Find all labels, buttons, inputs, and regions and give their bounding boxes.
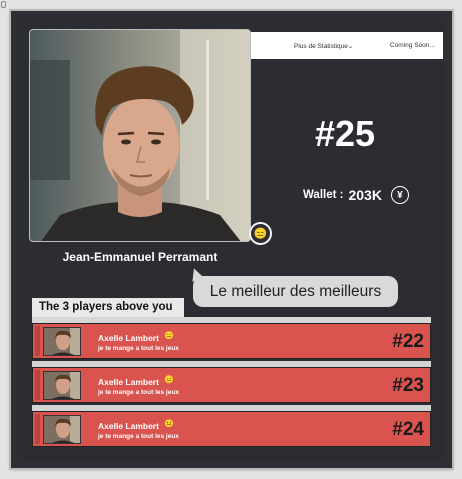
window-corner-icon [1,1,6,8]
player-rank: #25 [314,113,376,154]
status-emoji-badge[interactable]: 😑 [249,222,272,245]
row-status: je te mange a tout les jeux [98,345,179,352]
nav-stats-label: Plus de Statistique [294,43,348,50]
neutral-face-icon: 😐 [164,419,174,428]
player-portrait-image [30,30,250,241]
row-accent [35,414,40,444]
player-name: Jean-Emmanuel Perramant [62,250,218,264]
row-avatar-image [44,328,80,355]
row-player-name: Axelle Lambert [98,421,159,431]
player-quote: Le meilleur des meilleurs [209,282,382,300]
row-rank: #24 [392,419,424,440]
row-player-name: Axelle Lambert [98,377,159,387]
row-player-name: Axelle Lambert [98,333,159,343]
row-status: je te mange a tout les jeux [98,433,179,440]
row-avatar [43,371,81,400]
row-avatar-image [44,372,80,399]
leaderboard-row[interactable]: Axelle Lambert 😑 je te mange a tout les … [32,323,431,359]
neutral-face-icon: 😑 [253,228,268,240]
row-avatar-image [44,416,80,443]
neutral-face-icon: 😑 [164,375,174,384]
row-accent [35,326,40,356]
leaderboard-row[interactable]: Axelle Lambert 😑 je te mange a tout les … [32,367,431,403]
row-rank: #22 [392,331,424,352]
row-rank: #23 [392,375,424,396]
player-photo [29,29,251,242]
yen-currency-icon: ¥ [390,186,409,204]
leaderboard-row[interactable]: Axelle Lambert 😐 je te mange a tout les … [32,411,431,447]
wallet-label: Wallet : [303,189,344,201]
top-nav: Plus de Statistique⌄ Coming Soon... [250,32,443,59]
nav-stats-link[interactable]: Plus de Statistique⌄ [294,42,353,50]
neutral-face-icon: 😑 [164,331,174,340]
leaderboard-title: The 3 players above you [32,298,184,318]
wallet-value: 203K [348,187,382,203]
chevron-down-icon: ⌄ [347,43,354,50]
player-quote-bubble: Le meilleur des meilleurs [193,276,398,307]
nav-coming-soon[interactable]: Coming Soon... [390,42,435,49]
row-accent [35,370,40,400]
row-status: je te mange a tout les jeux [98,389,179,396]
row-avatar [43,327,81,356]
row-avatar [43,415,81,444]
wallet: Wallet : 203K ¥ [303,186,409,204]
